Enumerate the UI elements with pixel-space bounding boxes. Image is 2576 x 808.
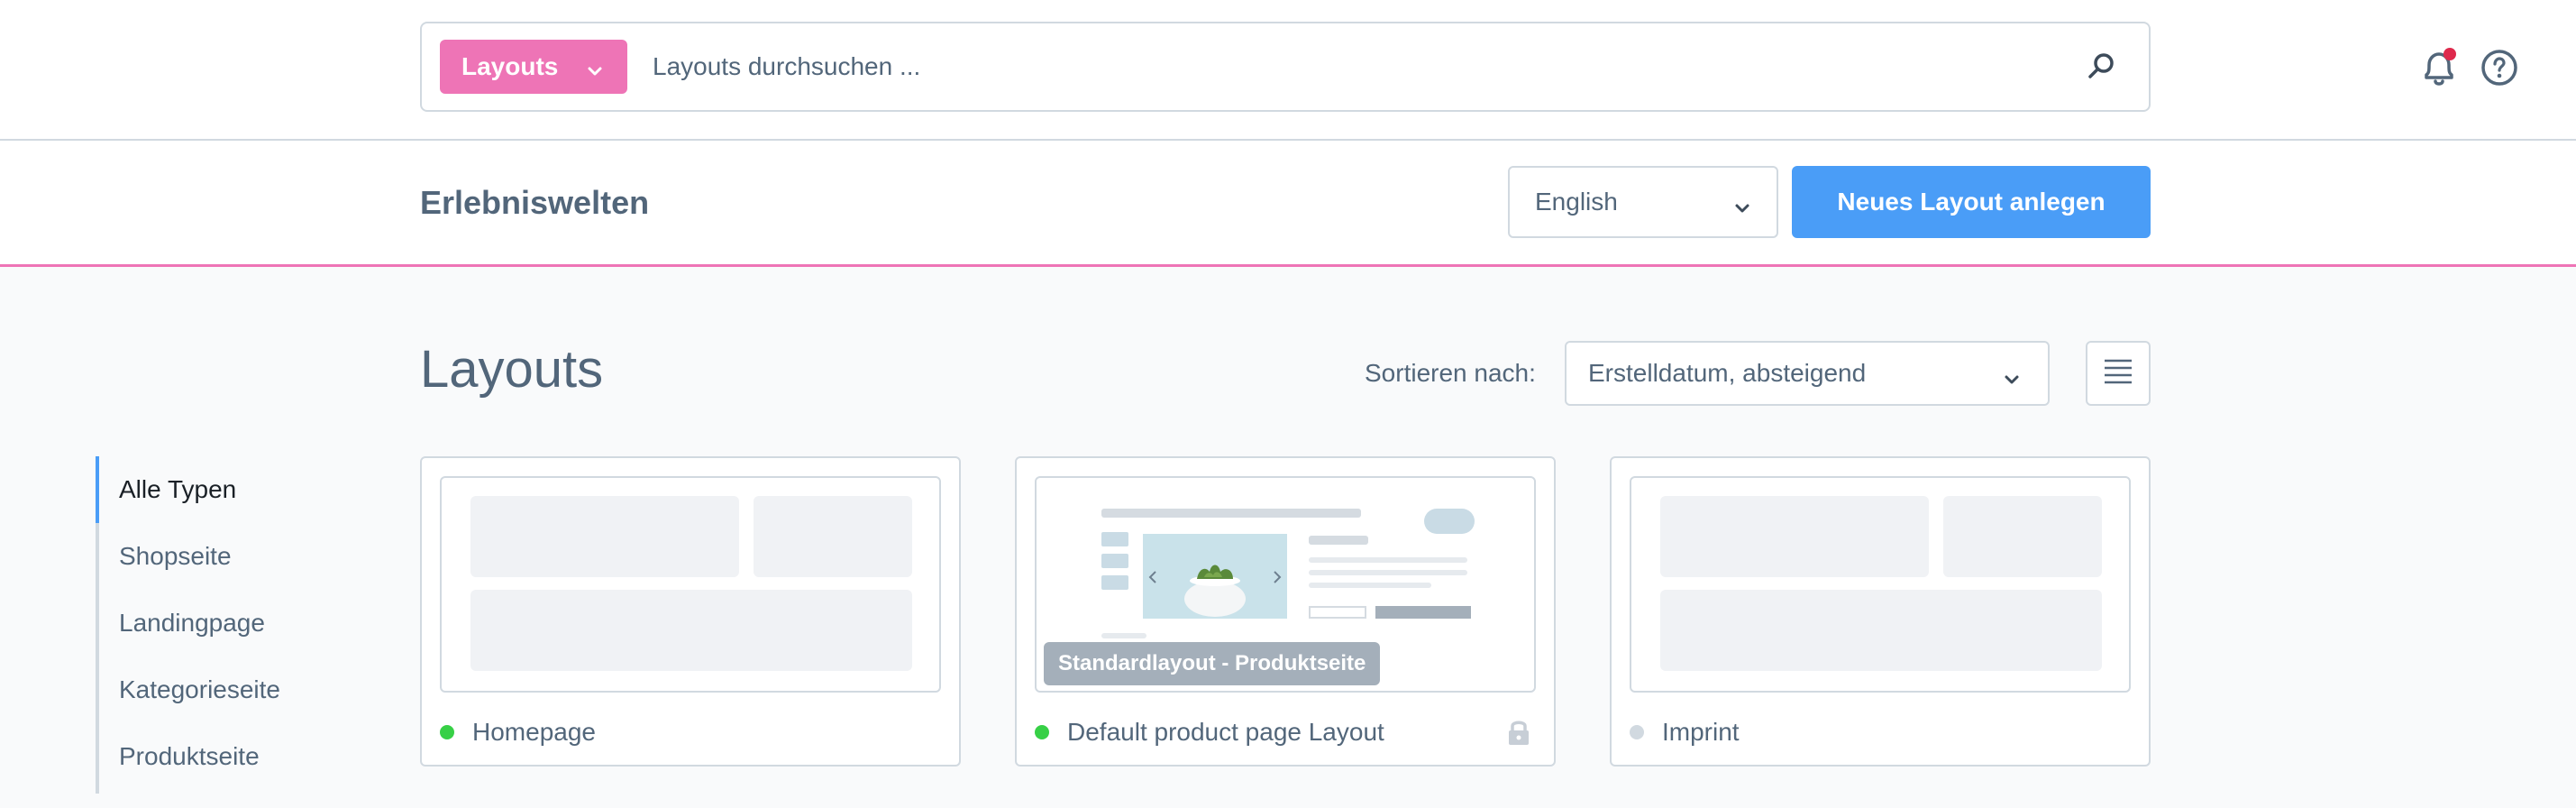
search-input[interactable] [653,40,2059,94]
list-view-toggle[interactable] [2086,341,2151,406]
layout-name: Imprint [1662,718,1740,746]
new-layout-button[interactable]: Neues Layout anlegen [1792,166,2151,238]
page-title: Layouts [420,340,604,399]
sidebar-item-shop-page[interactable]: Shopseite [99,523,366,590]
chevron-down-icon [2003,366,2021,395]
search-type-dropdown[interactable]: Layouts [440,40,627,94]
chevron-down-icon [1733,195,1751,224]
layout-card-homepage[interactable]: Homepage [420,456,961,767]
status-indicator [1035,725,1049,739]
layout-preview: Standardlayout - Produktseite [1035,476,1536,693]
help-icon[interactable] [2480,49,2518,91]
smart-bar: Erlebniswelten English Neues Layout anle… [0,141,2576,267]
sidebar-item-all-types[interactable]: Alle Typen [96,456,366,523]
sidebar-item-product-page[interactable]: Produktseite [99,723,366,790]
search-icon[interactable] [2086,50,2118,87]
sidebar-item-landing-page[interactable]: Landingpage [99,590,366,656]
global-search: Layouts [420,22,2151,112]
lock-icon [1507,718,1530,753]
layout-preview [1630,476,2131,693]
layout-name: Homepage [472,718,596,746]
status-indicator [440,725,454,739]
bell-icon[interactable] [2417,45,2462,95]
layout-type-filter: Alle Typen Shopseite Landingpage Kategor… [96,456,366,794]
sort-value: Erstelldatum, absteigend [1588,359,1867,387]
layout-card-imprint[interactable]: Imprint [1610,456,2151,767]
layout-preview [440,476,941,693]
language-select[interactable]: English [1508,166,1778,238]
sidebar-item-category-page[interactable]: Kategorieseite [99,656,366,723]
language-value: English [1535,188,1618,216]
layout-card-default-product-page[interactable]: Standardlayout - Produktseite Default pr… [1015,456,1556,767]
layout-card-footer: Default product page Layout [1035,714,1536,750]
layout-card-footer: Imprint [1630,714,2131,750]
search-type-label: Layouts [461,52,559,80]
layout-card-footer: Homepage [440,714,941,750]
status-indicator [1630,725,1644,739]
sidebar-item-label: Alle Typen [119,475,237,503]
chevron-down-icon [586,58,604,87]
list-view-icon [2103,358,2133,390]
sidebar-item-label: Landingpage [119,609,265,637]
sort-select[interactable]: Erstelldatum, absteigend [1565,341,2050,406]
sidebar-item-label: Kategorieseite [119,675,281,703]
layout-name: Default product page Layout [1067,718,1384,746]
sidebar-item-label: Shopseite [119,542,232,570]
default-layout-badge: Standardlayout - Produktseite [1044,642,1381,685]
module-title: Erlebniswelten [420,184,650,221]
product-image [1143,534,1287,619]
top-bar: Layouts [0,0,2576,141]
sort-label: Sortieren nach: [1365,359,1536,387]
sidebar-item-label: Produktseite [119,742,260,770]
